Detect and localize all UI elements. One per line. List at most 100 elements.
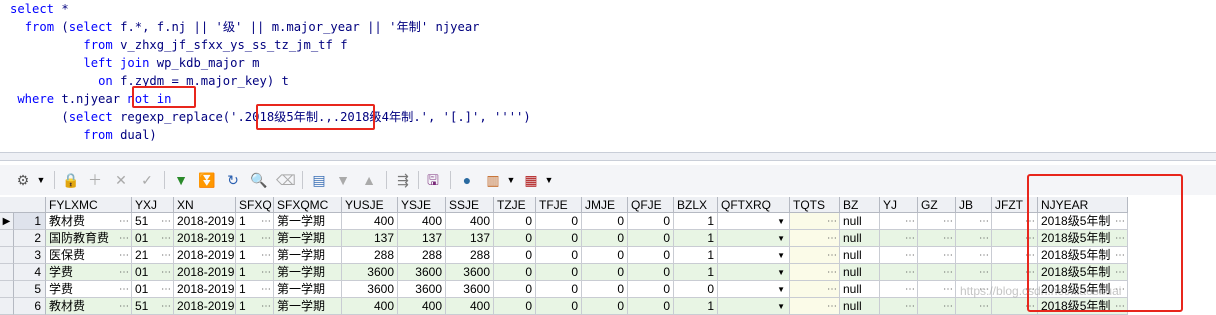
column-header-tqts[interactable]: TQTS [790, 197, 840, 213]
cell-gz[interactable]: ⋯ [918, 230, 956, 247]
cell-bzlx[interactable]: 1 [674, 298, 718, 315]
cell-bz[interactable]: null [840, 298, 880, 315]
column-header-tzje[interactable]: TZJE [494, 197, 536, 213]
cell-ellipsis-button[interactable]: ⋯ [827, 213, 837, 229]
cell-gz[interactable]: ⋯ [918, 213, 956, 230]
cell-ellipsis-button[interactable]: ⋯ [943, 264, 953, 280]
cell-yj[interactable]: ⋯ [880, 264, 918, 281]
cell-qfje[interactable]: 0 [628, 213, 674, 230]
cell-qfje[interactable]: 0 [628, 230, 674, 247]
cell-yxj[interactable]: 51 ⋯ [132, 213, 174, 230]
cell-yxj[interactable]: 01 ⋯ [132, 281, 174, 298]
cell-xn[interactable]: 2018-2019 [174, 281, 236, 298]
save-icon[interactable]: 🖫 [424, 171, 442, 189]
cell-sfxq[interactable]: 1 ⋯ [236, 264, 274, 281]
cell-yusje[interactable]: 3600 [342, 264, 398, 281]
grid-view-icon[interactable]: ▦ [522, 171, 540, 189]
cell-ysje[interactable]: 288 [398, 247, 446, 264]
cell-tqts[interactable]: ⋯ [790, 264, 840, 281]
cell-jb[interactable]: ⋯ [956, 264, 992, 281]
cell-ellipsis-button[interactable]: ⋯ [979, 264, 989, 280]
cell-ysje[interactable]: 3600 [398, 281, 446, 298]
column-header-ysje[interactable]: YSJE [398, 197, 446, 213]
row-indicator[interactable] [0, 247, 14, 264]
cell-jb[interactable]: ⋯ [956, 230, 992, 247]
cell-ellipsis-button[interactable]: ⋯ [827, 264, 837, 280]
row-number[interactable]: 6 [14, 298, 46, 315]
cell-ellipsis-button[interactable]: ⋯ [905, 264, 915, 280]
cell-ysje[interactable]: 400 [398, 213, 446, 230]
cell-jmje[interactable]: 0 [582, 298, 628, 315]
cell-fylxmc[interactable]: 教材费 ⋯ [46, 298, 132, 315]
date-dropdown-icon[interactable]: ▼ [777, 230, 785, 246]
eraser-icon[interactable]: ⌫ [276, 171, 296, 189]
cell-tfje[interactable]: 0 [536, 230, 582, 247]
cell-gz[interactable]: ⋯ [918, 247, 956, 264]
column-header-yxj[interactable]: YXJ [132, 197, 174, 213]
cell-yusje[interactable]: 288 [342, 247, 398, 264]
cell-tzje[interactable]: 0 [494, 213, 536, 230]
cell-ellipsis-button[interactable]: ⋯ [827, 230, 837, 246]
cell-tzje[interactable]: 0 [494, 264, 536, 281]
cell-yj[interactable]: ⋯ [880, 281, 918, 298]
cell-sfxq[interactable]: 1 ⋯ [236, 230, 274, 247]
cell-yusje[interactable]: 400 [342, 213, 398, 230]
cell-fylxmc[interactable]: 学费 ⋯ [46, 264, 132, 281]
grid-options-icon[interactable]: ⚙ [14, 171, 32, 189]
filter-up-icon[interactable]: ▲ [360, 171, 378, 189]
cell-tfje[interactable]: 0 [536, 281, 582, 298]
cell-gz[interactable]: ⋯ [918, 264, 956, 281]
cell-qftxrq[interactable]: ▼ [718, 230, 790, 247]
cell-qftxrq[interactable]: ▼ [718, 213, 790, 230]
cell-xn[interactable]: 2018-2019 [174, 247, 236, 264]
cell-yj[interactable]: ⋯ [880, 247, 918, 264]
row-number[interactable]: 1 [14, 213, 46, 230]
cell-ellipsis-button[interactable]: ⋯ [161, 247, 171, 263]
date-dropdown-icon[interactable]: ▼ [777, 298, 785, 314]
cell-ellipsis-button[interactable]: ⋯ [261, 213, 271, 229]
row-number[interactable]: 4 [14, 264, 46, 281]
find-icon[interactable]: 🔍 [250, 171, 268, 189]
cell-ellipsis-button[interactable]: ⋯ [161, 264, 171, 280]
cell-ssje[interactable]: 400 [446, 298, 494, 315]
cell-ssje[interactable]: 3600 [446, 264, 494, 281]
row-number[interactable]: 5 [14, 281, 46, 298]
cell-jb[interactable]: ⋯ [956, 298, 992, 315]
cell-bz[interactable]: null [840, 213, 880, 230]
cell-sfxq[interactable]: 1 ⋯ [236, 213, 274, 230]
cell-tfje[interactable]: 0 [536, 298, 582, 315]
cell-qftxrq[interactable]: ▼ [718, 298, 790, 315]
row-number[interactable]: 2 [14, 230, 46, 247]
cell-gz[interactable]: ⋯ [918, 281, 956, 298]
row-indicator[interactable] [0, 298, 14, 315]
cell-yusje[interactable]: 137 [342, 230, 398, 247]
cell-tzje[interactable]: 0 [494, 247, 536, 264]
cell-ellipsis-button[interactable]: ⋯ [905, 247, 915, 263]
cell-ellipsis-button[interactable]: ⋯ [119, 213, 129, 229]
cell-jmje[interactable]: 0 [582, 264, 628, 281]
cell-tzje[interactable]: 0 [494, 230, 536, 247]
cell-jb[interactable]: ⋯ [956, 247, 992, 264]
cell-bzlx[interactable]: 1 [674, 247, 718, 264]
cell-fylxmc[interactable]: 学费 ⋯ [46, 281, 132, 298]
cell-yxj[interactable]: 21 ⋯ [132, 247, 174, 264]
cell-qfje[interactable]: 0 [628, 298, 674, 315]
chevron-down-icon[interactable]: ▼ [502, 171, 520, 189]
date-dropdown-icon[interactable]: ▼ [777, 247, 785, 263]
chevron-down-icon[interactable]: ▼ [32, 171, 50, 189]
column-header-qfje[interactable]: QFJE [628, 197, 674, 213]
cell-yj[interactable]: ⋯ [880, 213, 918, 230]
splitter[interactable] [0, 152, 1216, 161]
cell-ellipsis-button[interactable]: ⋯ [979, 230, 989, 246]
cell-jmje[interactable]: 0 [582, 213, 628, 230]
cell-fylxmc[interactable]: 医保费 ⋯ [46, 247, 132, 264]
cell-ellipsis-button[interactable]: ⋯ [261, 230, 271, 246]
cell-ellipsis-button[interactable]: ⋯ [119, 247, 129, 263]
insert-record-icon[interactable]: ＋ [86, 171, 104, 189]
column-header-yj[interactable]: YJ [880, 197, 918, 213]
column-header-sfxqmc[interactable]: SFXQMC [274, 197, 342, 213]
cell-bzlx[interactable]: 1 [674, 213, 718, 230]
cell-tfje[interactable]: 0 [536, 247, 582, 264]
cell-ellipsis-button[interactable]: ⋯ [827, 298, 837, 314]
column-header-yusje[interactable]: YUSJE [342, 197, 398, 213]
